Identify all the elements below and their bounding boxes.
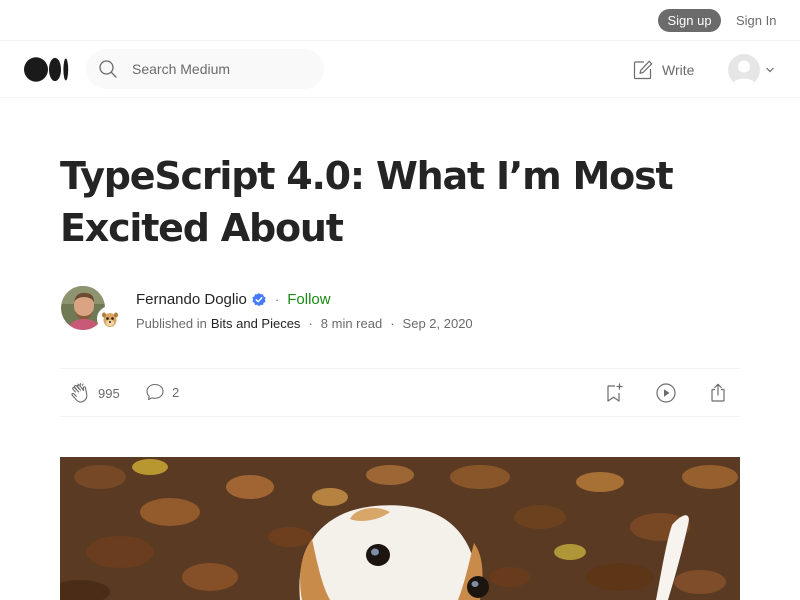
- separator-dot: ·: [390, 316, 395, 331]
- hero-image: [60, 457, 740, 600]
- user-placeholder-icon: [732, 60, 756, 86]
- medium-logo-icon[interactable]: [24, 57, 70, 82]
- write-icon: [633, 60, 653, 80]
- published-in-label: Published in: [136, 316, 207, 331]
- read-time: 8 min read: [320, 316, 383, 331]
- publication-name[interactable]: Bits and Pieces: [211, 316, 301, 331]
- author-name[interactable]: Fernando Doglio: [136, 291, 247, 308]
- save-icon[interactable]: [602, 381, 626, 405]
- comment-icon: [146, 383, 164, 401]
- search-input[interactable]: [132, 49, 312, 89]
- clap-icon: [71, 383, 88, 403]
- search-bar: [86, 49, 324, 89]
- search-icon[interactable]: [98, 59, 118, 79]
- user-menu[interactable]: [728, 54, 776, 86]
- top-bar: Sign up Sign In: [0, 0, 800, 41]
- signup-button[interactable]: Sign up: [658, 9, 721, 32]
- publish-date: Sep 2, 2020: [402, 316, 473, 331]
- author-line: Fernando Doglio · Follow: [136, 291, 331, 308]
- article-title-line1: TypeScript 4.0: What I’m Most: [60, 154, 674, 198]
- responses-button[interactable]: 2: [144, 381, 179, 403]
- chevron-down-icon: [766, 67, 774, 73]
- share-icon[interactable]: [706, 381, 730, 405]
- separator-dot: ·: [274, 292, 280, 307]
- clap-count: 995: [98, 385, 120, 401]
- follow-button[interactable]: Follow: [287, 291, 330, 308]
- article-title: TypeScript 4.0: What I’m Most Excited Ab…: [60, 150, 680, 254]
- write-button[interactable]: Write: [632, 58, 694, 82]
- site-header: Write: [0, 41, 800, 98]
- separator-dot: ·: [308, 316, 313, 331]
- publication-line: Published in Bits and Pieces · 8 min rea…: [136, 316, 473, 331]
- signin-link[interactable]: Sign In: [736, 9, 776, 32]
- response-count: 2: [172, 384, 180, 400]
- article-title-line2: Excited About: [60, 206, 344, 250]
- hero-photo: [60, 457, 740, 600]
- publication-avatar[interactable]: [97, 306, 123, 332]
- clap-button[interactable]: 995: [68, 381, 120, 405]
- avatar: [728, 54, 760, 86]
- write-label: Write: [662, 62, 695, 78]
- publication-logo-icon: [99, 308, 121, 330]
- article-action-bar: 995 2: [60, 368, 740, 417]
- verified-badge-icon: [252, 292, 266, 306]
- listen-icon[interactable]: [654, 381, 678, 405]
